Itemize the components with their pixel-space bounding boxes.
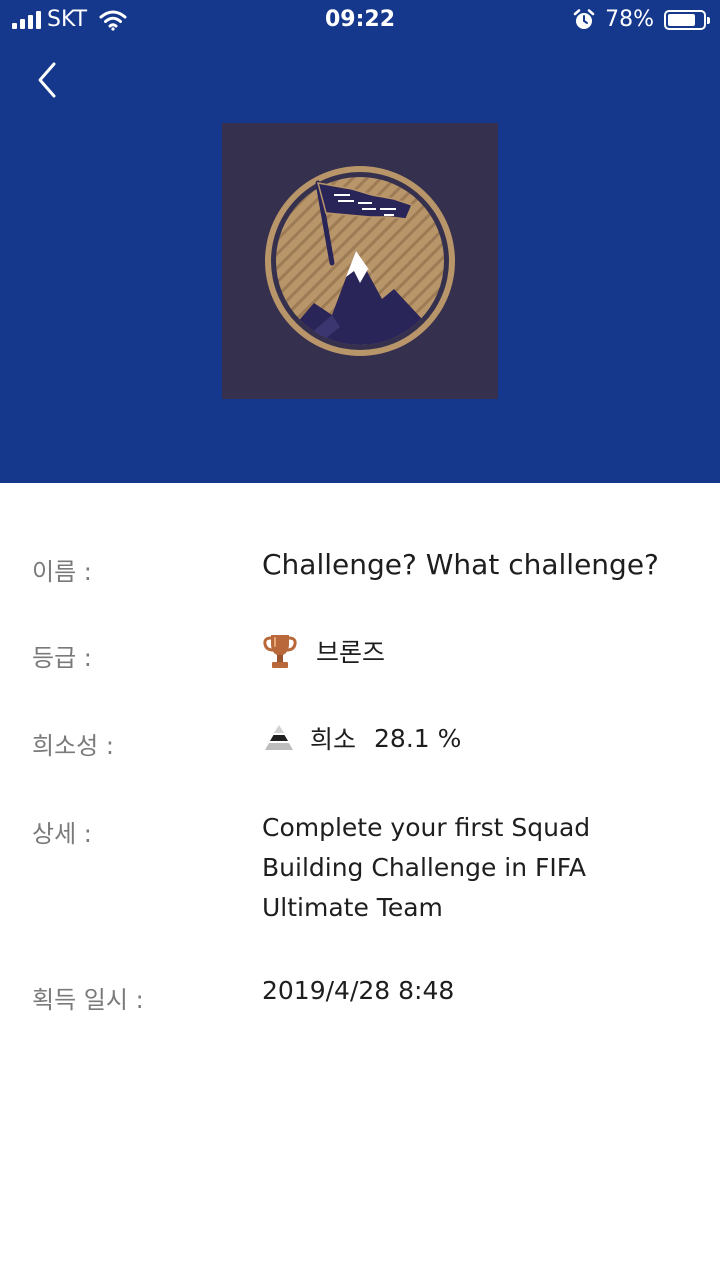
grade-value-group: 브론즈 <box>262 632 682 670</box>
chevron-left-icon <box>38 62 56 98</box>
rarity-label: 희소성 : <box>32 732 114 760</box>
achievement-badge <box>222 123 498 399</box>
status-bar: SKT 09:22 78% <box>0 0 720 40</box>
rarity-pyramid-icon <box>265 725 293 750</box>
alarm-clock-icon <box>573 8 595 29</box>
achievement-name: Challenge? What challenge? <box>262 548 659 581</box>
earned-label: 획득 일시 : <box>32 986 144 1014</box>
earned-datetime: 2019/4/28 8:48 <box>262 976 455 1005</box>
mountain-flag-badge-icon <box>265 166 455 356</box>
name-label: 이름 : <box>32 558 92 586</box>
back-button[interactable] <box>28 58 68 102</box>
detail-description: Complete your first Squad Building Chall… <box>262 813 591 922</box>
rarity-value-group: 희소 28.1 % <box>262 720 682 756</box>
grade-value: 브론즈 <box>316 638 386 667</box>
detail-label: 상세 : <box>32 820 92 848</box>
grade-label: 등급 : <box>32 644 92 672</box>
battery-percent: 78% <box>605 7 654 32</box>
battery-icon <box>664 9 710 30</box>
bronze-trophy-icon <box>263 635 297 668</box>
header: SKT 09:22 78% <box>0 0 720 483</box>
rarity-value: 희소 <box>310 725 357 754</box>
rarity-percent: 28.1 % <box>374 723 462 753</box>
